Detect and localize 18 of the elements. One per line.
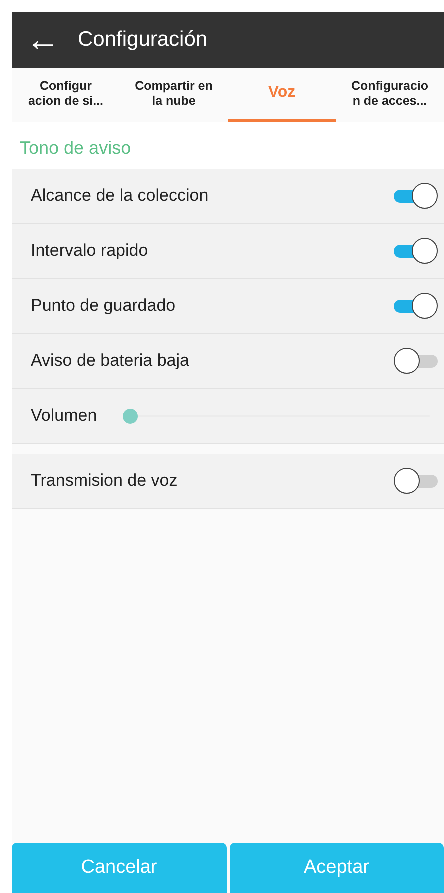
toggle-switch[interactable] [392, 347, 440, 375]
toggle-switch[interactable] [392, 182, 440, 210]
toggle-switch[interactable] [392, 467, 440, 495]
back-button[interactable]: ← [26, 23, 60, 57]
toggle-switch[interactable] [392, 292, 440, 320]
section-title: Tono de aviso [12, 122, 444, 169]
setting-label: Transmision de voz [31, 471, 179, 491]
screen-title: Configuración [78, 28, 208, 52]
setting-label: Punto de guardado [31, 296, 177, 316]
tab[interactable]: Configuracio n de acces... [336, 68, 444, 122]
setting-label: Volumen [31, 406, 98, 426]
slider-thumb[interactable] [123, 408, 138, 424]
toggle-switch[interactable] [392, 237, 440, 265]
tab[interactable]: Compartir en la nube [120, 68, 228, 122]
setting-label: Intervalo rapido [31, 241, 150, 261]
tab[interactable]: Configur acion de si... [12, 68, 120, 122]
setting-label: Alcance de la coleccion [31, 186, 210, 206]
setting-label: Aviso de bateria baja [31, 351, 190, 371]
